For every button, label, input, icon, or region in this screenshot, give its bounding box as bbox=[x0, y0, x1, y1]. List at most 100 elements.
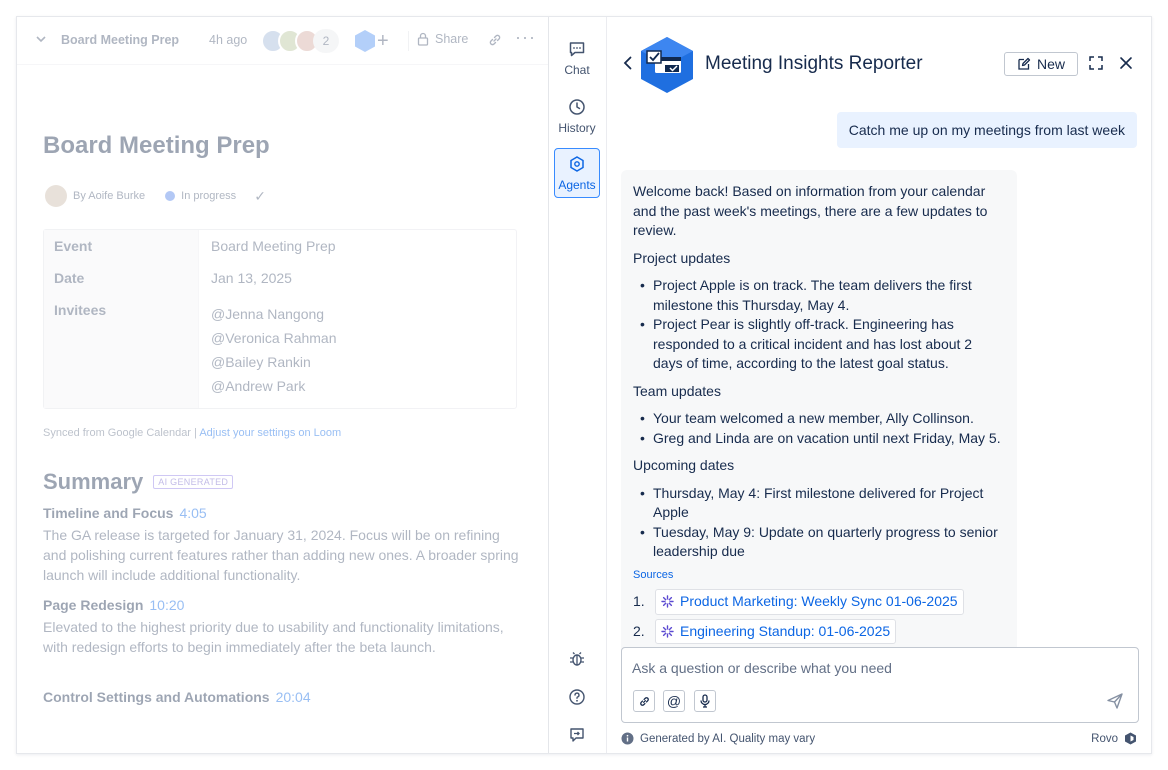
section-heading-text: Control Settings and Automations bbox=[43, 689, 270, 705]
response-heading: Project updates bbox=[633, 249, 731, 266]
invitee-mention[interactable]: @Jenna Nangong bbox=[211, 302, 504, 326]
source-link[interactable]: Engineering Standup: 01-06-2025 bbox=[655, 618, 897, 644]
section-body: Elevated to the highest priority due to … bbox=[43, 619, 504, 655]
settings-link[interactable]: Adjust your settings on Loom bbox=[199, 427, 341, 439]
document-toolbar: Board Meeting Prep 4h ago 2 + Share ··· bbox=[17, 17, 548, 65]
list-item: Greg and Linda are on vacation until nex… bbox=[633, 429, 1005, 449]
more-icon[interactable]: ··· bbox=[515, 27, 536, 48]
section-body: The GA release is targeted for January 3… bbox=[43, 527, 519, 583]
summary-section: Page Redesign 10:20 Elevated to the highe… bbox=[43, 597, 523, 657]
section-heading-text: Page Redesign bbox=[43, 597, 144, 613]
rovo-brand: Rovo bbox=[1091, 732, 1137, 745]
rail-item-chat[interactable]: Chat bbox=[554, 33, 600, 83]
invitee-mention[interactable]: @Bailey Rankin bbox=[211, 350, 504, 374]
ai-sparkle-icon[interactable]: ✓ bbox=[254, 188, 266, 205]
divider bbox=[408, 31, 409, 51]
ai-disclaimer: Generated by AI. Quality may vary bbox=[621, 732, 815, 745]
page-title: Board Meeting Prep bbox=[43, 132, 270, 159]
summary-section: Control Settings and Automations 20:04 bbox=[43, 689, 523, 709]
response-list: Project Apple is on track. The team deli… bbox=[633, 276, 1005, 374]
lock-icon bbox=[417, 32, 429, 46]
timestamp-link[interactable]: 4:05 bbox=[179, 505, 206, 521]
link-icon[interactable] bbox=[487, 32, 503, 48]
add-icon[interactable]: + bbox=[377, 29, 389, 53]
table-row: Date Jan 13, 2025 bbox=[44, 262, 516, 294]
table-row: Event Board Meeting Prep bbox=[44, 230, 516, 262]
loom-icon bbox=[661, 625, 674, 638]
clock-icon bbox=[569, 98, 585, 115]
link-icon bbox=[639, 696, 649, 706]
rail-label: Agents bbox=[558, 177, 596, 192]
synced-text: Synced from Google Calendar | bbox=[43, 427, 200, 439]
section-heading-text: Timeline and Focus bbox=[43, 505, 174, 521]
table-header-cell: Event bbox=[44, 230, 198, 262]
source-item: 2. Engineering Standup: 01-06-2025 bbox=[633, 618, 1005, 644]
agent-hex-icon[interactable] bbox=[353, 29, 377, 53]
rail-label: History bbox=[558, 120, 596, 135]
timestamp-link[interactable]: 20:04 bbox=[276, 689, 311, 705]
send-icon[interactable] bbox=[1106, 692, 1124, 710]
list-item: Thursday, May 4: First milestone deliver… bbox=[633, 484, 1005, 523]
response-list: Thursday, May 4: First milestone deliver… bbox=[633, 484, 1005, 562]
page-meta: By Aoife Burke In progress ✓ bbox=[45, 185, 266, 207]
edit-icon bbox=[1018, 57, 1031, 70]
agent-title: Meeting Insights Reporter bbox=[705, 53, 923, 74]
toolbar-title[interactable]: Board Meeting Prep bbox=[61, 33, 179, 47]
source-link[interactable]: Product Marketing: Weekly Sync 01-06-202… bbox=[655, 589, 964, 615]
table-cell: Jan 13, 2025 bbox=[198, 262, 516, 294]
bug-report-icon[interactable] bbox=[566, 648, 588, 670]
response-intro: Welcome back! Based on information from … bbox=[633, 183, 988, 238]
summary-section: Timeline and Focus 4:05 The GA release is… bbox=[43, 505, 523, 585]
summary-title: Summary bbox=[43, 469, 144, 494]
source-number: 1. bbox=[633, 593, 645, 609]
table-cell: @Jenna Nangong @Veronica Rahman @Bailey … bbox=[198, 294, 516, 408]
help-icon[interactable] bbox=[566, 686, 588, 708]
rail-item-agents[interactable]: Agents bbox=[554, 148, 600, 198]
document-pane: Board Meeting Prep 4h ago 2 + Share ··· bbox=[17, 17, 549, 753]
side-rail: Chat History Agents bbox=[549, 17, 607, 753]
feedback-icon[interactable] bbox=[566, 724, 588, 746]
back-chevron-icon[interactable] bbox=[621, 55, 635, 71]
info-icon bbox=[621, 732, 634, 745]
rail-item-history[interactable]: History bbox=[554, 91, 600, 141]
section-heading: Page Redesign 10:20 bbox=[43, 597, 523, 613]
list-item: Project Pear is slightly off-track. Engi… bbox=[633, 315, 1005, 374]
close-icon[interactable] bbox=[1118, 55, 1134, 71]
toolbar-timestamp: 4h ago bbox=[209, 33, 248, 47]
chat-pane: Meeting Insights Reporter New Catch me u… bbox=[607, 17, 1151, 753]
collaborator-avatars[interactable]: 2 bbox=[261, 29, 339, 53]
synced-note: Synced from Google Calendar | Adjust you… bbox=[43, 427, 341, 439]
new-chat-button[interactable]: New bbox=[1004, 52, 1078, 76]
sources-label: Sources bbox=[633, 568, 674, 581]
voice-input-button[interactable] bbox=[694, 690, 716, 712]
source-label: Product Marketing: Weekly Sync 01-06-202… bbox=[680, 593, 958, 609]
meeting-details-table: Event Board Meeting Prep Date Jan 13, 20… bbox=[43, 229, 517, 409]
list-item: Project Apple is on track. The team deli… bbox=[633, 276, 1005, 315]
response-heading: Upcoming dates bbox=[633, 457, 735, 473]
rail-label: Chat bbox=[564, 62, 590, 77]
status-label: In progress bbox=[181, 190, 237, 202]
summary-header: Summary AI GENERATED bbox=[43, 469, 234, 495]
app-window: Board Meeting Prep 4h ago 2 + Share ··· bbox=[16, 16, 1152, 754]
timestamp-link[interactable]: 10:20 bbox=[149, 597, 184, 613]
chat-icon bbox=[569, 41, 585, 56]
list-item: Your team welcomed a new member, Ally Co… bbox=[633, 409, 1005, 429]
invitee-mention[interactable]: @Veronica Rahman bbox=[211, 326, 504, 350]
new-chat-label: New bbox=[1036, 56, 1065, 72]
document-content: Board Meeting Prep 4h ago 2 + Share ··· bbox=[17, 17, 548, 753]
share-button[interactable]: Share bbox=[417, 32, 468, 46]
attach-link-button[interactable] bbox=[633, 690, 655, 712]
source-item: 1. Product Marketing: Weekly Sync 01-06-… bbox=[633, 589, 1005, 615]
chat-input[interactable] bbox=[632, 658, 1112, 678]
author-label: By Aoife Burke bbox=[73, 190, 146, 202]
table-header-cell: Date bbox=[44, 262, 198, 294]
avatar-overflow-count[interactable]: 2 bbox=[313, 29, 339, 53]
chevron-down-icon[interactable] bbox=[35, 33, 47, 45]
source-label: Engineering Standup: 01-06-2025 bbox=[680, 622, 891, 639]
mention-button[interactable]: @ bbox=[663, 690, 685, 712]
avatar bbox=[45, 185, 67, 207]
invitee-mention[interactable]: @Andrew Park bbox=[211, 374, 504, 398]
agent-logo-icon bbox=[641, 37, 693, 93]
expand-icon[interactable] bbox=[1088, 55, 1104, 71]
agent-response-bubble: Welcome back! Based on information from … bbox=[621, 170, 1017, 656]
